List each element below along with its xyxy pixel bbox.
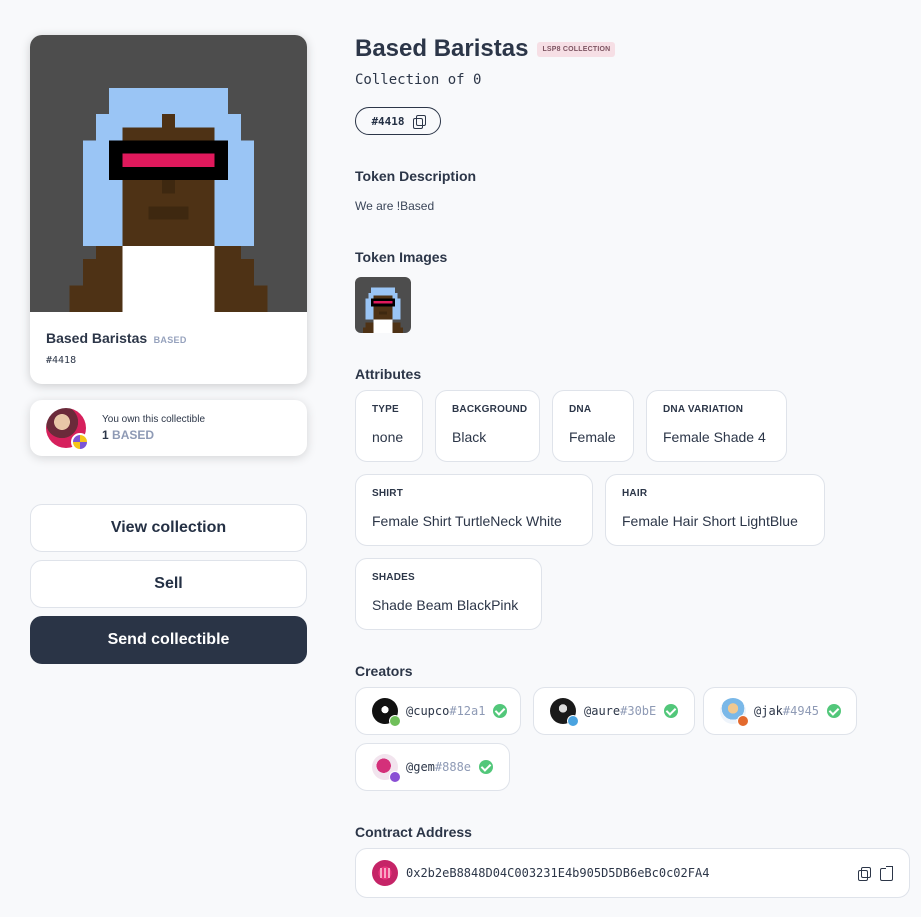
collection-type-badge: LSP8 COLLECTION — [537, 41, 616, 57]
attribute-value: none — [372, 429, 404, 445]
sell-button[interactable]: Sell — [30, 560, 307, 608]
attribute-card: HAIR Female Hair Short LightBlue — [605, 474, 825, 546]
external-link-icon[interactable] — [880, 865, 893, 881]
attribute-card: TYPE none — [355, 390, 423, 462]
creator-handle: @gem — [406, 760, 435, 774]
ownership-amount: 1 BASED — [102, 428, 205, 442]
contract-avatar — [372, 860, 398, 886]
creator-name: @aure#30bE — [584, 704, 656, 718]
nft-token-id: #4418 — [46, 355, 77, 366]
verified-check-icon — [827, 704, 842, 718]
attribute-key: TYPE — [372, 404, 399, 415]
attributes-heading: Attributes — [355, 366, 422, 382]
attribute-card: SHADES Shade Beam BlackPink — [355, 558, 542, 630]
attribute-key: DNA — [569, 404, 592, 415]
profile-badge-icon — [71, 433, 89, 451]
copy-icon[interactable] — [412, 115, 426, 129]
description-heading: Token Description — [355, 168, 477, 184]
creator-name: @cupco#12a1 — [406, 704, 485, 718]
creator-hash: #30bE — [620, 704, 657, 718]
collection-count: Collection of 0 — [355, 72, 482, 88]
page-title: Based Baristas — [355, 35, 529, 62]
owner-avatar[interactable] — [46, 408, 89, 451]
contract-address[interactable]: 0x2b2eB8848D04C003231E4b905D5DB6eBc0c02F… — [406, 866, 709, 880]
ownership-amount-value: 1 — [102, 428, 109, 442]
token-id-pill-label: #4418 — [371, 114, 405, 128]
attribute-value: Female — [569, 429, 616, 445]
attribute-value: Female Shade 4 — [663, 429, 766, 445]
attribute-key: SHADES — [372, 572, 415, 583]
token-image-thumbnail[interactable] — [355, 277, 411, 333]
nft-image — [30, 35, 307, 312]
verified-check-icon — [664, 704, 679, 718]
nft-card: Based Baristas BASED #4418 — [30, 35, 307, 384]
profile-badge-icon — [737, 715, 749, 727]
creator-avatar — [372, 754, 401, 783]
creator-avatar — [550, 698, 579, 727]
nft-name: Based Baristas — [46, 330, 148, 346]
creator-chip[interactable]: @aure#30bE — [533, 687, 695, 735]
nft-symbol: BASED — [153, 335, 187, 345]
description-text: We are !Based — [355, 199, 435, 213]
attribute-key: SHIRT — [372, 488, 403, 499]
attribute-card: DNA VARIATION Female Shade 4 — [646, 390, 787, 462]
creator-name: @jak#4945 — [754, 704, 819, 718]
creator-chip[interactable]: @jak#4945 — [703, 687, 857, 735]
attribute-value: Shade Beam BlackPink — [372, 597, 519, 613]
creator-hash: #12a1 — [449, 704, 486, 718]
profile-badge-icon — [389, 715, 401, 727]
creator-avatar — [720, 698, 749, 727]
copy-icon[interactable] — [858, 866, 871, 881]
attribute-key: HAIR — [622, 488, 648, 499]
attribute-card: DNA Female — [552, 390, 634, 462]
attribute-value: Female Hair Short LightBlue — [622, 513, 798, 529]
verified-check-icon — [493, 704, 508, 718]
attribute-value: Female Shirt TurtleNeck White — [372, 513, 562, 529]
contract-address-box: 0x2b2eB8848D04C003231E4b905D5DB6eBc0c02F… — [355, 848, 910, 898]
creator-hash: #888e — [434, 760, 472, 774]
attribute-key: DNA VARIATION — [663, 404, 744, 415]
view-collection-button[interactable]: View collection — [30, 504, 307, 552]
profile-badge-icon — [389, 771, 401, 783]
contract-heading: Contract Address — [355, 824, 472, 840]
attribute-card: BACKGROUND Black — [435, 390, 540, 462]
verified-check-icon — [479, 760, 494, 774]
creator-chip[interactable]: @cupco#12a1 — [355, 687, 521, 735]
creator-hash: #4945 — [782, 704, 820, 718]
images-heading: Token Images — [355, 249, 448, 265]
creator-name: @gem#888e — [406, 760, 471, 774]
attribute-card: SHIRT Female Shirt TurtleNeck White — [355, 474, 593, 546]
ownership-label: You own this collectible — [102, 414, 206, 425]
profile-badge-icon — [567, 715, 579, 727]
attribute-key: BACKGROUND — [452, 404, 528, 415]
creator-handle: @cupco — [406, 704, 450, 718]
ownership-card: You own this collectible 1 BASED — [30, 400, 307, 456]
ownership-amount-symbol: BASED — [112, 428, 155, 442]
attribute-value: Black — [452, 429, 487, 445]
creators-heading: Creators — [355, 663, 413, 679]
token-id-pill[interactable]: #4418 — [355, 107, 441, 135]
creator-chip[interactable]: @gem#888e — [355, 743, 510, 791]
creator-handle: @jak — [754, 704, 783, 718]
send-collectible-button[interactable]: Send collectible — [30, 616, 307, 664]
creator-handle: @aure — [584, 704, 621, 718]
creator-avatar — [372, 698, 401, 727]
